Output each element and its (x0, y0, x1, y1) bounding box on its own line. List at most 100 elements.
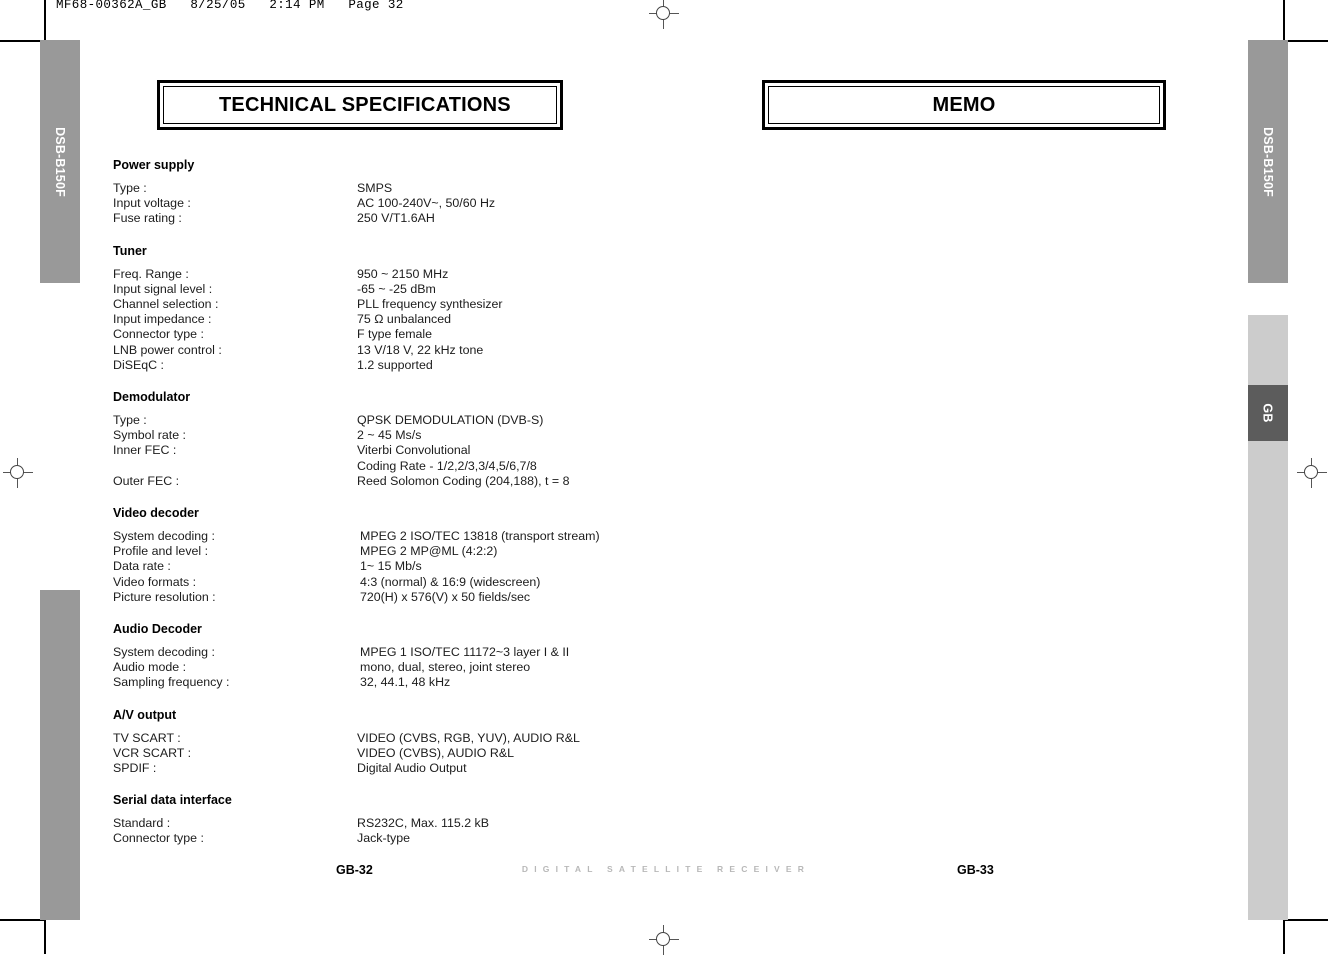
spec-row: Coding Rate - 1/2,2/3,3/4,5/6,7/8 (113, 459, 733, 474)
crop-mark-top-left-horizontal (0, 40, 44, 42)
spec-value: RS232C, Max. 115.2 kB (357, 816, 490, 831)
spec-label: Channel selection : (113, 297, 219, 312)
spec-label (113, 459, 357, 474)
tab-dsb-b150f-right[interactable]: DSB-B150F (1248, 40, 1288, 283)
spec-row: System decoding : MPEG 1 ISO/TEC 11172~3 … (113, 645, 733, 660)
spec-row: Video formats : 4:3 (normal) & 16:9 (wide… (113, 575, 733, 590)
spec-section-gap (113, 375, 733, 390)
spec-row: LNB power control : 13 V/18 V, 22 kHz ton… (113, 343, 733, 358)
spec-row: Symbol rate : 2 ~ 45 Ms/s (113, 428, 733, 443)
spec-value: 1.2 supported (357, 357, 433, 372)
spec-value: 13 V/18 V, 22 kHz tone (357, 342, 484, 357)
spec-row: Input signal level : -65 ~ -25 dBm (113, 282, 733, 297)
left-tab-column: DSB-B150F (40, 40, 80, 920)
spec-value: 32, 44.1, 48 kHz (360, 675, 451, 690)
crop-mark-top-left-vertical (44, 0, 46, 40)
spec-row: Profile and level : MPEG 2 MP@ML (4:2:2) (113, 544, 733, 559)
footer-brand-text: DIGITAL SATELLITE RECEIVER (521, 864, 811, 874)
crop-mark-bottom-left-vertical (44, 920, 46, 954)
spec-section: Video decoder System decoding : MPEG 2 ISO… (113, 506, 733, 605)
spec-value: VIDEO (CVBS), AUDIO R&L (357, 745, 514, 760)
spec-row: Connector type : Jack-type (113, 831, 733, 846)
spec-label: Type : (113, 413, 147, 428)
registration-mark-left (3, 458, 33, 488)
spec-section: A/V output TV SCART : VIDEO (CVBS, RGB, YU… (113, 708, 733, 777)
spec-label: Video formats : (113, 574, 197, 589)
spec-label: Input voltage : (113, 196, 191, 211)
spec-section-heading: Demodulator (113, 390, 191, 405)
spec-section: Serial data interface Standard : RS232C, M… (113, 793, 733, 846)
spec-section-heading: Tuner (113, 243, 147, 258)
spec-section: Tuner Freq. Range :950 ~ 2150 MHz Input si… (113, 244, 733, 373)
crop-mark-bottom-right-vertical (1283, 920, 1285, 954)
print-slug-line: MF68-00362A_GB 8/25/05 2:14 PM Page 32 (56, 0, 404, 12)
spec-section: Audio Decoder System decoding : MPEG 1 ISO… (113, 622, 733, 691)
spec-section-heading: Audio Decoder (113, 622, 202, 637)
spec-section-heading: A/V output (113, 707, 177, 722)
spec-row: Standard : RS232C, Max. 115.2 kB (113, 816, 733, 831)
spec-row: Picture resolution : 720(H) x 576(V) x 50… (113, 590, 733, 605)
page-title-left: TECHNICAL SPECIFICATIONS (219, 93, 511, 116)
spec-value: F type female (357, 327, 433, 342)
spec-row: System decoding : MPEG 2 ISO/TEC 13818 (t… (113, 529, 733, 544)
spec-value: Coding Rate - 1/2,2/3,3/4,5/6,7/8 (357, 458, 537, 473)
spec-value: 1~ 15 Mb/s (360, 559, 422, 574)
right-tab-filler-lower (1248, 441, 1288, 920)
spec-value: Viterbi Convolutional (357, 443, 471, 458)
spec-value: 2 ~ 45 Ms/s (357, 428, 422, 443)
spec-label: Type : (113, 181, 147, 195)
spec-section-gap (113, 491, 733, 506)
spec-value: MPEG 2 MP@ML (4:2:2) (360, 544, 498, 559)
left-tab-filler-bottom (40, 590, 80, 920)
spec-value: -65 ~ -25 dBm (357, 281, 436, 296)
spec-row: Type : QPSK DEMODULATION (DVB-S) (113, 413, 733, 428)
spec-value: VIDEO (CVBS, RGB, YUV), AUDIO R&L (357, 730, 580, 745)
spec-label: Profile and level : (113, 544, 209, 559)
right-tab-column: DSB-B150F GB (1248, 40, 1288, 920)
tab-dsb-b150f-left[interactable]: DSB-B150F (40, 40, 80, 283)
spec-row: Outer FEC : Reed Solomon Coding (204,188)… (113, 474, 733, 489)
right-tab-filler-upper (1248, 315, 1288, 385)
spec-row: Audio mode : mono, dual, stereo, joint st… (113, 660, 733, 675)
spec-section-gap (113, 778, 733, 793)
spec-value: 720(H) x 576(V) x 50 fields/sec (360, 589, 531, 604)
spec-row: Data rate : 1~ 15 Mb/s (113, 559, 733, 574)
spec-value: Jack-type (357, 831, 411, 846)
registration-mark-bottom (649, 925, 679, 955)
spec-value: 950 ~ 2150 MHz (357, 266, 449, 281)
spec-value: mono, dual, stereo, joint stereo (360, 660, 531, 675)
memo-banner: MEMO (762, 80, 1166, 130)
spec-value: 4:3 (normal) & 16:9 (widescreen) (360, 574, 541, 589)
spec-section: Power supply Type : SMPS Input voltage : AC … (113, 158, 733, 227)
spec-label: Symbol rate : (113, 428, 186, 443)
spec-section-gap (113, 229, 733, 244)
spec-section-heading: Video decoder (113, 506, 199, 521)
technical-specifications-list: Power supply Type : SMPS Input voltage : AC … (113, 158, 733, 849)
spec-value: Reed Solomon Coding (204,188), t = 8 (357, 473, 570, 488)
spec-row: SPDIF : Digital Audio Output (113, 761, 733, 776)
spec-section-gap (113, 693, 733, 708)
spec-value: 250 V/T1.6AH (357, 211, 435, 226)
spec-row: Connector type : F type female (113, 327, 733, 342)
spec-label: TV SCART : (113, 730, 181, 745)
spec-label: Audio mode : (113, 660, 187, 675)
spec-label: Connector type : (113, 831, 204, 846)
spec-row: Freq. Range : 950 ~ 2150 MHz (113, 267, 733, 282)
page-number-left: GB-32 (336, 863, 373, 877)
spec-row: Fuse rating : 250 V/T1.6AH (113, 211, 733, 226)
spec-section-heading: Power supply (113, 158, 195, 172)
crop-mark-top-right-horizontal (1284, 40, 1328, 42)
page-number-right: GB-33 (957, 863, 994, 877)
spec-row: Channel selection : PLL frequency synthes… (113, 297, 733, 312)
tab-gb[interactable]: GB (1248, 385, 1288, 441)
registration-mark-top (649, 0, 679, 29)
crop-mark-bottom-left-horizontal (0, 919, 44, 921)
crop-mark-bottom-right-horizontal (1284, 919, 1328, 921)
spec-label: System decoding : (113, 645, 215, 660)
spec-label: LNB power control : (113, 342, 222, 357)
spec-label: Fuse rating : (113, 211, 182, 226)
crop-mark-top-right-vertical (1283, 0, 1285, 40)
spec-value: MPEG 1 ISO/TEC 11172~3 layer I & II (360, 645, 570, 660)
technical-specifications-banner: TECHNICAL SPECIFICATIONS (157, 80, 563, 130)
spec-row: Sampling frequency : 32, 44.1, 48 kHz (113, 675, 733, 690)
